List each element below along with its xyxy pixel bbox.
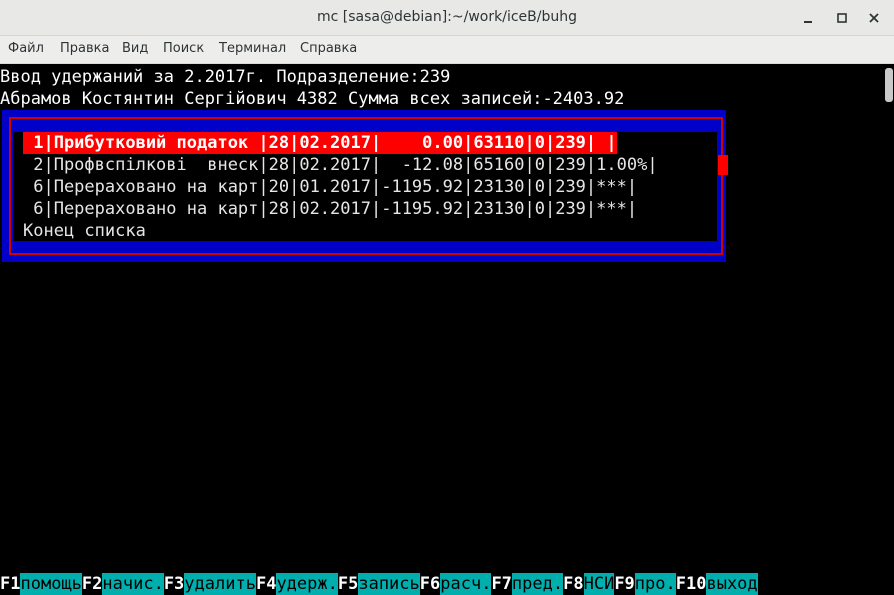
- deductions-list: 1|Прибутковий податок |28|02.2017| 0.00|…: [13, 132, 717, 241]
- header-line-employee: Абрамов Костянтин Сергійович 4382 Сумма …: [0, 89, 625, 109]
- fkey-number: F1: [0, 573, 21, 595]
- fkey-label: пред.: [511, 573, 564, 595]
- window-title: mc [sasa@debian]:~/work/iceB/buhg: [317, 9, 577, 25]
- fkey-number: F2: [81, 573, 103, 595]
- header-line-period: Ввод удержаний за 2.2017г. Подразделение…: [0, 67, 451, 87]
- fkey-label: удерж.: [276, 573, 338, 595]
- close-icon: [869, 13, 879, 23]
- fkey-f8[interactable]: F8 НСИ: [563, 573, 615, 595]
- fkey-label: запись: [358, 573, 420, 595]
- fkey-label: начис.: [102, 573, 164, 595]
- maximize-button[interactable]: [830, 6, 854, 30]
- fkey-label: помощь: [20, 573, 82, 595]
- fkey-f9[interactable]: F9 про.: [614, 573, 676, 595]
- fkey-f2[interactable]: F2 начис.: [81, 573, 164, 595]
- window-titlebar: mc [sasa@debian]:~/work/iceB/buhg: [0, 0, 894, 36]
- fkey-f7[interactable]: F7 пред.: [491, 573, 564, 595]
- function-key-bar: F1 помощь F2 начис. F3 удалить F4 удерж. F5 з…: [0, 573, 894, 595]
- fkey-number: F5: [337, 573, 359, 595]
- fkey-label: расч.: [440, 573, 492, 595]
- menu-terminal[interactable]: Терминал: [219, 41, 286, 56]
- menu-bar: Файл Правка Вид Поиск Терминал Справка: [0, 36, 894, 64]
- fkey-f10[interactable]: F10 выход: [675, 573, 758, 595]
- fkey-number: F8: [563, 573, 584, 595]
- fkey-number: F3: [163, 573, 185, 595]
- fkey-f5[interactable]: F5 запись: [337, 573, 420, 595]
- fkey-label: НСИ: [583, 573, 615, 595]
- fkey-label: про.: [634, 573, 676, 595]
- scrollbar-thumb[interactable]: [885, 68, 893, 102]
- fkey-f6[interactable]: F6 расч.: [419, 573, 492, 595]
- list-item[interactable]: 6|Перераховано на карт|28|02.2017|-1195.…: [23, 198, 637, 220]
- list-item-selected[interactable]: 1|Прибутковий податок |28|02.2017| 0.00|…: [23, 132, 617, 154]
- fkey-number: F4: [255, 573, 277, 595]
- terminal-screen[interactable]: Ввод удержаний за 2.2017г. Подразделение…: [0, 64, 894, 595]
- menu-view[interactable]: Вид: [122, 41, 148, 56]
- fkey-label: удалить: [184, 573, 256, 595]
- fkey-f4[interactable]: F4 удерж.: [255, 573, 338, 595]
- minimize-icon: [804, 21, 812, 23]
- fkey-number: F6: [419, 573, 441, 595]
- menu-search[interactable]: Поиск: [163, 41, 204, 56]
- list-end-label: Конец списка: [23, 221, 146, 241]
- fkey-number: F10: [675, 573, 707, 595]
- minimize-button[interactable]: [796, 6, 820, 30]
- menu-file[interactable]: Файл: [8, 41, 44, 56]
- fkey-label: выход: [706, 573, 758, 595]
- list-scroll-marker: [718, 155, 728, 175]
- deductions-dialog: 1|Прибутковий податок |28|02.2017| 0.00|…: [2, 110, 728, 262]
- menu-help[interactable]: Справка: [300, 41, 357, 56]
- list-item[interactable]: 6|Перераховано на карт|20|01.2017|-1195.…: [23, 176, 637, 198]
- close-button[interactable]: [862, 6, 886, 30]
- maximize-icon: [837, 13, 847, 23]
- terminal-scrollbar[interactable]: [884, 64, 894, 595]
- fkey-number: F7: [491, 573, 512, 595]
- menu-edit[interactable]: Правка: [60, 41, 109, 56]
- list-item[interactable]: 2|Профвспілкові внеск|28|02.2017| -12.08…: [23, 154, 657, 176]
- fkey-f3[interactable]: F3 удалить: [163, 573, 256, 595]
- fkey-number: F9: [614, 573, 635, 595]
- fkey-f1[interactable]: F1 помощь: [0, 573, 82, 595]
